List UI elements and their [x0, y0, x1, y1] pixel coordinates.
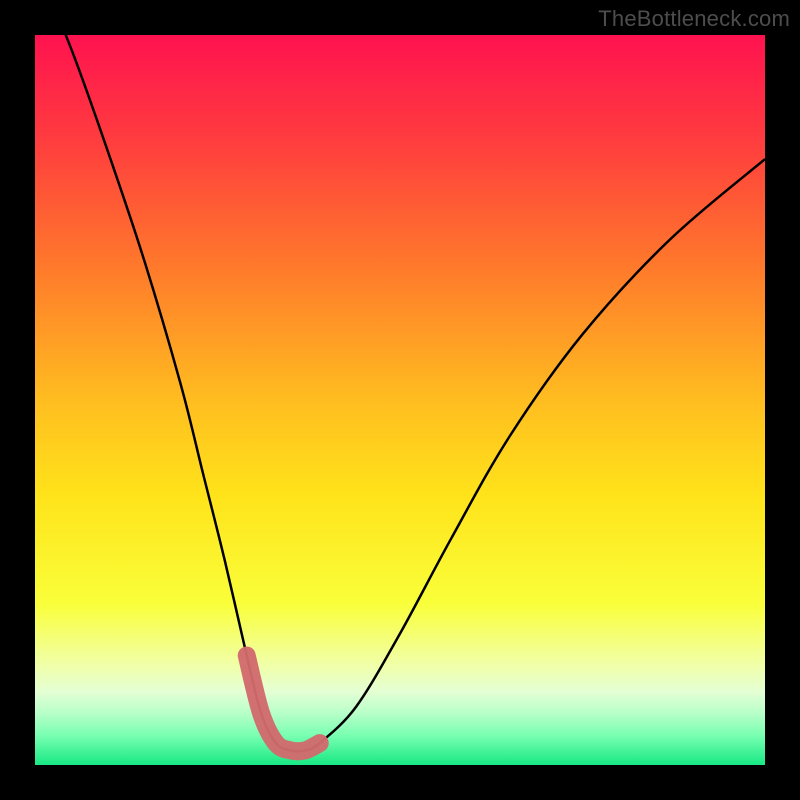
chart-plot-area: [35, 35, 765, 765]
curve-highlight: [247, 656, 320, 752]
bottleneck-curve: [35, 35, 765, 765]
watermark-text: TheBottleneck.com: [598, 6, 790, 32]
chart-frame: TheBottleneck.com: [0, 0, 800, 800]
curve-main: [35, 0, 765, 751]
